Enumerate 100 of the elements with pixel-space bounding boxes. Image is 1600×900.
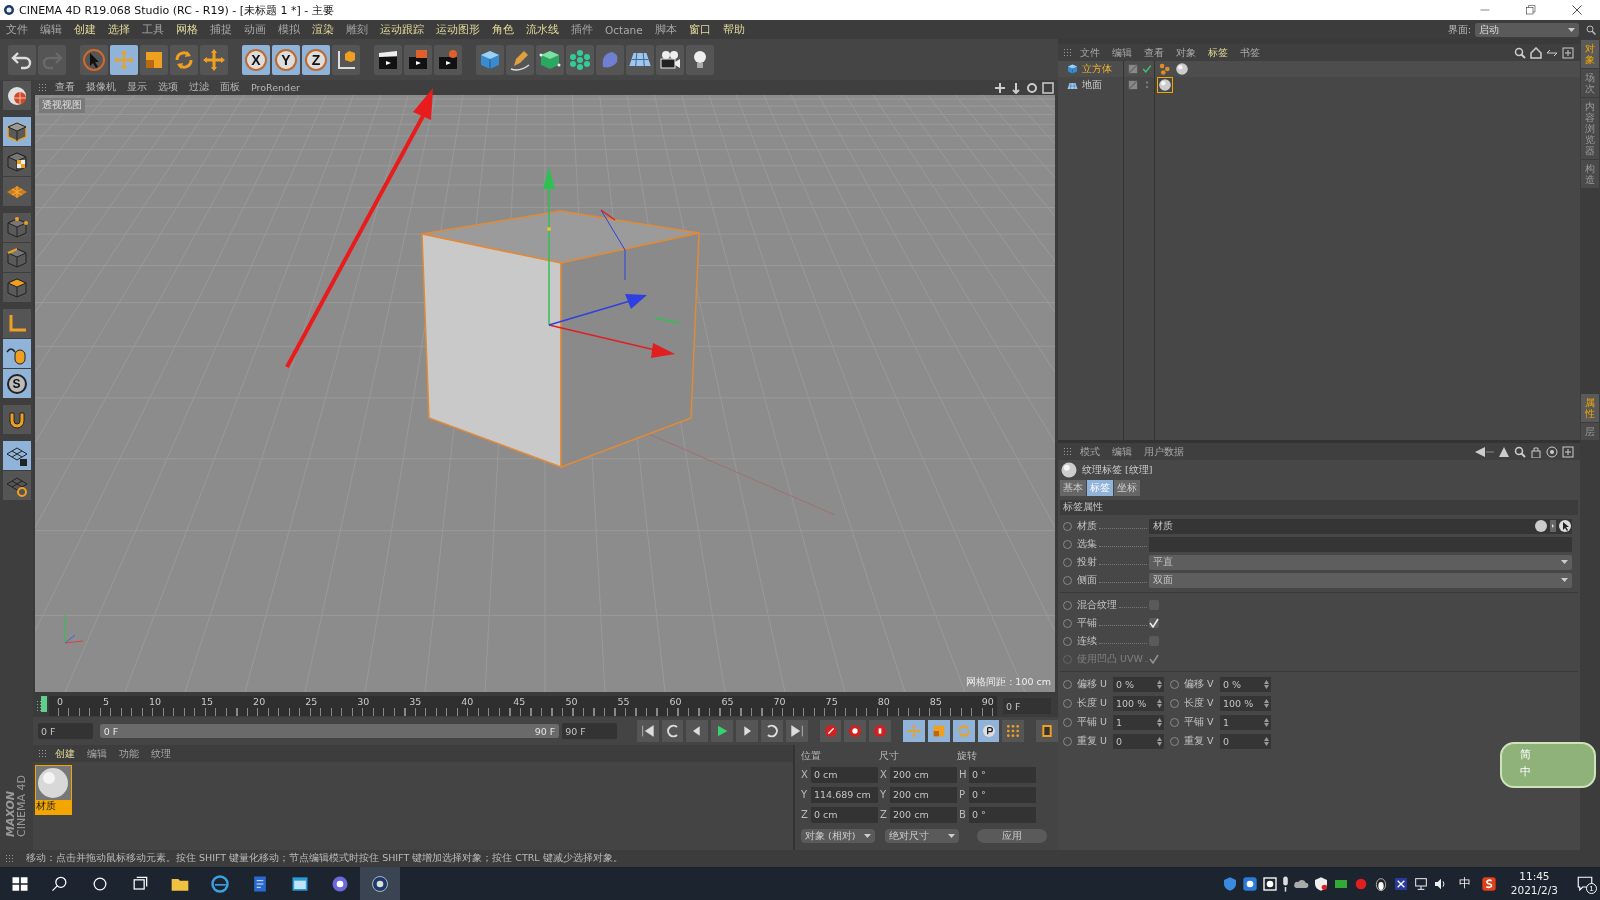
- frame-label: 25: [305, 696, 318, 708]
- menu-item[interactable]: 文件: [6, 22, 28, 37]
- frame-range-slider[interactable]: 0 F 90 F: [99, 724, 560, 738]
- layout-dropdown[interactable]: 启动: [1475, 22, 1579, 37]
- axis-lock-button[interactable]: X: [242, 44, 270, 75]
- attribute-menu-item[interactable]: 用户数据: [1144, 444, 1184, 459]
- field-label: 重复 V: [1184, 735, 1215, 748]
- number-field[interactable]: 1: [1220, 715, 1271, 730]
- current-frame-field[interactable]: 0 F: [1003, 698, 1051, 714]
- range-start-label: 0 F: [103, 725, 119, 737]
- menu-item[interactable]: 动画: [244, 22, 266, 37]
- menu-item[interactable]: Octane: [605, 23, 643, 36]
- material-menu-item[interactable]: 编辑: [87, 746, 107, 761]
- number-field[interactable]: 1: [1113, 715, 1164, 730]
- side-tab[interactable]: 属性: [1581, 394, 1599, 422]
- material-swatch[interactable]: 材质: [35, 765, 72, 815]
- field-label: 偏移 U: [1077, 678, 1108, 691]
- material-menu-item[interactable]: 创建: [55, 746, 75, 761]
- frame-label: 10: [149, 696, 162, 708]
- number-field[interactable]: 100 %: [1220, 696, 1271, 711]
- menu-item[interactable]: 运动跟踪: [380, 22, 424, 37]
- side-tab[interactable]: 对象: [1581, 40, 1599, 68]
- menu-item[interactable]: 帮助: [722, 22, 745, 37]
- start-frame-field[interactable]: 0 F: [38, 723, 93, 739]
- viewport-menu-item[interactable]: ProRender: [251, 82, 300, 93]
- menu-item[interactable]: 模拟: [278, 22, 300, 37]
- object-name[interactable]: 地面: [1082, 78, 1102, 92]
- axis-label: Y: [880, 789, 888, 800]
- material-menu-item[interactable]: 功能: [119, 746, 139, 761]
- size-mode-dropdown[interactable]: 绝对尺寸: [885, 829, 959, 843]
- input-language-indicator[interactable]: 中: [1458, 875, 1471, 892]
- axis-lock-button[interactable]: Y: [272, 44, 300, 75]
- menu-item[interactable]: 捕捉: [210, 22, 232, 37]
- object-menu-item[interactable]: 编辑: [1112, 45, 1132, 60]
- menu-item[interactable]: 运动图形: [436, 22, 480, 37]
- number-field[interactable]: 0 %: [1113, 677, 1164, 692]
- end-frame-field[interactable]: 90 F: [562, 723, 617, 739]
- apply-button[interactable]: 应用: [977, 829, 1047, 843]
- timeline-ruler[interactable]: 0 5 10 15 20 25 30 35 40 45 50 55 60 65 70 75 80 85 90: [49, 696, 997, 716]
- viewport-menu-item[interactable]: 摄像机: [86, 81, 116, 94]
- menu-item[interactable]: 脚本: [654, 22, 677, 37]
- viewport-menu-item[interactable]: 查看: [55, 81, 75, 94]
- menu-item[interactable]: 工具: [142, 22, 164, 37]
- object-menu-item[interactable]: 书签: [1240, 45, 1260, 60]
- viewport-menu-item[interactable]: 显示: [127, 81, 147, 94]
- dropdown-field[interactable]: 双面: [1149, 572, 1572, 588]
- coordinate-field[interactable]: 0 °: [969, 806, 1036, 823]
- coordinate-field[interactable]: 200 cm: [890, 786, 957, 803]
- coordinate-field[interactable]: 0 cm: [811, 766, 878, 783]
- attribute-tab[interactable]: 坐标: [1114, 480, 1140, 496]
- object-menu-item[interactable]: 标签: [1208, 45, 1228, 60]
- material-link-field[interactable]: 材质: [1149, 518, 1572, 534]
- field-label: 长度 U: [1077, 697, 1108, 710]
- frame-label: 20: [253, 696, 266, 708]
- menu-item[interactable]: 渲染: [312, 22, 334, 37]
- coordinate-field[interactable]: 114.689 cm: [811, 786, 878, 803]
- object-menu-item[interactable]: 文件: [1080, 45, 1100, 60]
- status-text: 移动：点击并拖动鼠标移动元素。按住 SHIFT 键量化移动；节点编辑模式时按住 SHIFT 键增加选择对象；按住 CTRL 键减少选择对象。: [26, 852, 623, 865]
- viewport-menu-item[interactable]: 选项: [158, 81, 178, 94]
- attribute-menu-item[interactable]: 模式: [1080, 444, 1100, 459]
- number-field[interactable]: 100 %: [1113, 696, 1164, 711]
- viewport-menu-item[interactable]: 过滤: [189, 81, 209, 94]
- coordinate-field[interactable]: 0 °: [969, 766, 1036, 783]
- side-tab[interactable]: 内容浏览器: [1581, 98, 1599, 159]
- attribute-menu-item[interactable]: 编辑: [1112, 444, 1132, 459]
- side-tab[interactable]: 构造: [1581, 160, 1599, 188]
- attribute-tab[interactable]: 基本: [1060, 480, 1086, 496]
- frame-label: 35: [409, 696, 422, 708]
- number-field[interactable]: 0 %: [1220, 677, 1271, 692]
- coordinate-field[interactable]: 200 cm: [890, 766, 957, 783]
- dropdown-field[interactable]: 平直: [1149, 554, 1572, 570]
- menu-item[interactable]: 角色: [492, 22, 514, 37]
- side-tab[interactable]: 层: [1581, 423, 1599, 440]
- viewport-menu-item[interactable]: 面板: [220, 81, 240, 94]
- axis-label: Y: [801, 789, 809, 800]
- clock-date[interactable]: 2021/2/3: [1510, 883, 1558, 898]
- menu-item[interactable]: 雕刻: [346, 22, 368, 37]
- number-field[interactable]: 0: [1220, 734, 1271, 749]
- axis-lock-button[interactable]: Z: [302, 44, 330, 75]
- menu-item[interactable]: 流水线: [526, 22, 559, 37]
- coordinate-field[interactable]: 200 cm: [890, 806, 957, 823]
- menu-item[interactable]: 编辑: [40, 22, 62, 37]
- object-menu-item[interactable]: 对象: [1176, 45, 1196, 60]
- menu-item[interactable]: 插件: [571, 22, 593, 37]
- coordinate-field[interactable]: 0 °: [969, 786, 1036, 803]
- menu-item[interactable]: 选择: [108, 22, 130, 37]
- menu-item[interactable]: 网格: [176, 22, 198, 37]
- menu-item[interactable]: 窗口: [688, 22, 711, 37]
- coordinate-mode-dropdown[interactable]: 对象 (相对): [801, 829, 875, 843]
- number-field[interactable]: 0: [1113, 734, 1164, 749]
- side-tab[interactable]: 场次: [1581, 69, 1599, 97]
- material-menu-item[interactable]: 纹理: [151, 746, 171, 761]
- clock-time[interactable]: 11:45: [1519, 869, 1550, 884]
- coordinate-field[interactable]: 0 cm: [811, 806, 878, 823]
- object-menu-item[interactable]: 查看: [1144, 45, 1164, 60]
- menu-item[interactable]: 创建: [74, 22, 96, 37]
- notification-button[interactable]: 1: [1570, 867, 1600, 900]
- frame-label: 15: [201, 696, 214, 708]
- solo-mode-button[interactable]: S: [2, 369, 31, 398]
- grid-spacing-label: 网格间距 : 100 cm: [966, 676, 1051, 689]
